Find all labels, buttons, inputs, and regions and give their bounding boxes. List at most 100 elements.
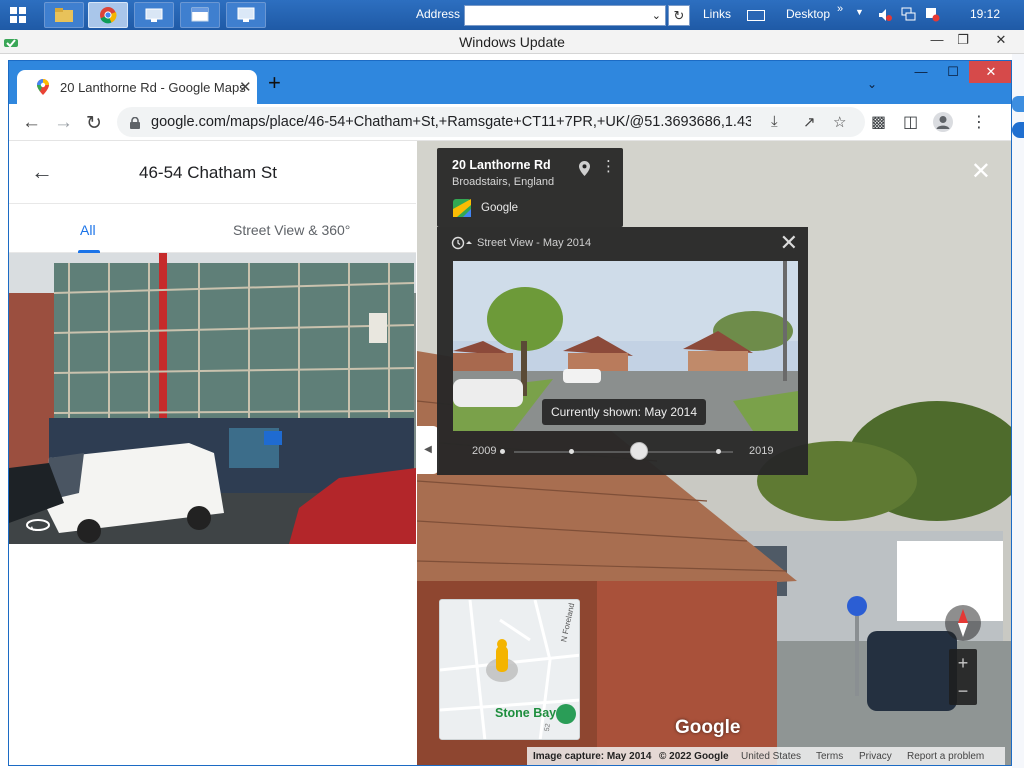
folder-icon [55, 8, 73, 22]
close-button[interactable]: ✕ [990, 32, 1012, 50]
minimize-button[interactable]: — [926, 32, 948, 50]
360-rotate-icon[interactable] [25, 515, 51, 533]
browser-toolbar: ← → ↻ google.com/maps/place/46-54+Chatha… [9, 104, 1011, 141]
collapse-panel-button[interactable]: ◀ [417, 426, 439, 474]
taskbar-app-button[interactable] [134, 2, 174, 28]
network-status-icon[interactable] [901, 7, 916, 22]
side-panel-icon[interactable]: ◫ [903, 112, 918, 132]
image-capture-date: Image capture: May 2014 [533, 751, 652, 762]
lock-icon[interactable] [130, 116, 140, 129]
timeline-track[interactable] [514, 451, 733, 453]
map-place-label[interactable]: Stone Bay [495, 706, 556, 720]
keyboard-icon[interactable] [747, 10, 765, 21]
tab-search-chevron-icon[interactable]: ⌄ [867, 77, 877, 91]
privacy-link[interactable]: Privacy [859, 751, 892, 762]
street-view-close-icon[interactable]: ✕ [971, 157, 991, 186]
browser-tab[interactable]: 20 Lanthorne Rd - Google Maps ✕ [17, 70, 257, 104]
share-icon[interactable]: ↗ [803, 113, 816, 131]
forward-icon[interactable]: → [54, 112, 73, 134]
photo-tabs: All Street View & 360° [9, 205, 416, 253]
place-photo[interactable] [9, 253, 416, 544]
chrome-icon [100, 7, 117, 24]
windows-update-window: Windows Update — ❐ ✕ [0, 30, 1024, 54]
url-text[interactable]: google.com/maps/place/46-54+Chatham+St,+… [151, 114, 751, 130]
install-app-icon[interactable]: ⤓ [771, 113, 778, 130]
place-title: 46-54 Chatham St [139, 163, 277, 182]
taskbar-chrome-button[interactable] [88, 2, 128, 28]
taskbar-explorer-button[interactable] [44, 2, 84, 28]
browser-window: 20 Lanthorne Rd - Google Maps ✕ + ⌄ — ☐ … [8, 60, 1012, 766]
monitor-icon [237, 7, 255, 22]
tab-title: 20 Lanthorne Rd - Google Maps [60, 80, 246, 95]
back-icon[interactable]: ← [22, 112, 41, 134]
browser-close-button[interactable]: ✕ [969, 61, 1011, 83]
location-pin-icon[interactable] [579, 161, 590, 176]
copyright: © 2022 Google [659, 751, 729, 762]
reload-icon[interactable]: ↻ [86, 112, 102, 135]
chevron-down-icon[interactable]: ⌄ [652, 9, 661, 22]
profile-avatar-icon[interactable] [933, 112, 953, 132]
side-panel: ← 46-54 Chatham St All Street View & 360… [9, 141, 416, 765]
address-subtitle: Broadstairs, England [452, 176, 555, 188]
clock[interactable]: 19:12 [970, 7, 1000, 21]
taskbar-window-button[interactable] [180, 2, 220, 28]
menu-kebab-icon[interactable]: ⋮ [971, 112, 987, 132]
restore-button[interactable]: ❐ [952, 32, 974, 50]
history-clock-icon[interactable] [451, 236, 475, 250]
tab-close-icon[interactable]: ✕ [239, 78, 252, 96]
zoom-in-button[interactable]: + [949, 649, 977, 677]
windows-update-title: Windows Update [459, 34, 565, 50]
address-bar[interactable]: google.com/maps/place/46-54+Chatham+St,+… [117, 107, 865, 137]
attribution-bar: Image capture: May 2014 © 2022 Google Un… [527, 747, 1005, 765]
timeline-point[interactable] [500, 449, 505, 454]
extensions-icon[interactable]: ▩ [871, 112, 886, 132]
address-label: Address [416, 7, 461, 21]
image-source[interactable]: Google [481, 202, 518, 214]
timeline-header: Street View - May 2014 [477, 237, 592, 249]
currently-shown-tooltip: Currently shown: May 2014 [542, 399, 706, 425]
refresh-icon[interactable]: ↻ [668, 5, 690, 26]
network-icon [145, 8, 163, 22]
compass-icon[interactable] [943, 603, 983, 643]
zoom-controls: + − [949, 649, 977, 705]
address-card: 20 Lanthorne Rd Broadstairs, England ⋮ G… [437, 148, 623, 227]
desktop-label[interactable]: Desktop [786, 7, 830, 21]
timeline-point[interactable] [569, 449, 574, 454]
mini-map[interactable]: N Foreland Stone Bay 52 [439, 599, 580, 740]
help-icon[interactable] [1012, 122, 1024, 138]
terms-link[interactable]: Terms [816, 751, 843, 762]
tab-strip: 20 Lanthorne Rd - Google Maps ✕ + ⌄ — ☐ … [9, 61, 1011, 104]
more-options-icon[interactable]: ⋮ [601, 157, 616, 175]
triangle-down-icon[interactable]: ▼ [855, 7, 864, 17]
links-label[interactable]: Links [703, 7, 731, 21]
windows-start-icon[interactable] [10, 7, 26, 23]
panel-header: ← 46-54 Chatham St [9, 141, 416, 204]
security-alert-icon[interactable] [925, 7, 940, 22]
speaker-muted-icon[interactable] [878, 8, 892, 22]
timeline-end-year: 2019 [749, 445, 774, 457]
maps-pin-icon [37, 79, 49, 95]
browser-maximize-button[interactable]: ☐ [937, 61, 969, 83]
zoom-out-button[interactable]: − [949, 677, 977, 705]
timeline-point[interactable] [716, 449, 721, 454]
bookmark-star-icon[interactable]: ☆ [833, 113, 846, 131]
panel-back-icon[interactable]: ← [31, 159, 53, 185]
window-icon [191, 7, 209, 22]
chevron-right-icon[interactable]: » [837, 3, 843, 15]
region-link[interactable]: United States [741, 751, 801, 762]
timeline-start-year: 2009 [472, 445, 497, 457]
browser-minimize-button[interactable]: — [905, 61, 937, 83]
google-maps-logo-icon [453, 199, 471, 217]
globe-icon [1012, 96, 1024, 112]
tab-street-view[interactable]: Street View & 360° [233, 222, 350, 238]
report-problem-link[interactable]: Report a problem [907, 751, 984, 762]
new-tab-button[interactable]: + [268, 72, 281, 94]
tab-all[interactable]: All [80, 222, 96, 238]
taskbar-remote-button[interactable] [226, 2, 266, 28]
timeline-slider-handle[interactable] [630, 442, 648, 460]
background-window-edge [1012, 54, 1024, 768]
map-road-number: 52 [543, 723, 553, 732]
address-input[interactable]: ⌄ [464, 5, 666, 26]
street-view-pane[interactable]: ◀ 20 Lanthorne Rd Broadstairs, England ⋮… [417, 141, 1011, 765]
timeline-close-icon[interactable]: ✕ [780, 230, 798, 256]
